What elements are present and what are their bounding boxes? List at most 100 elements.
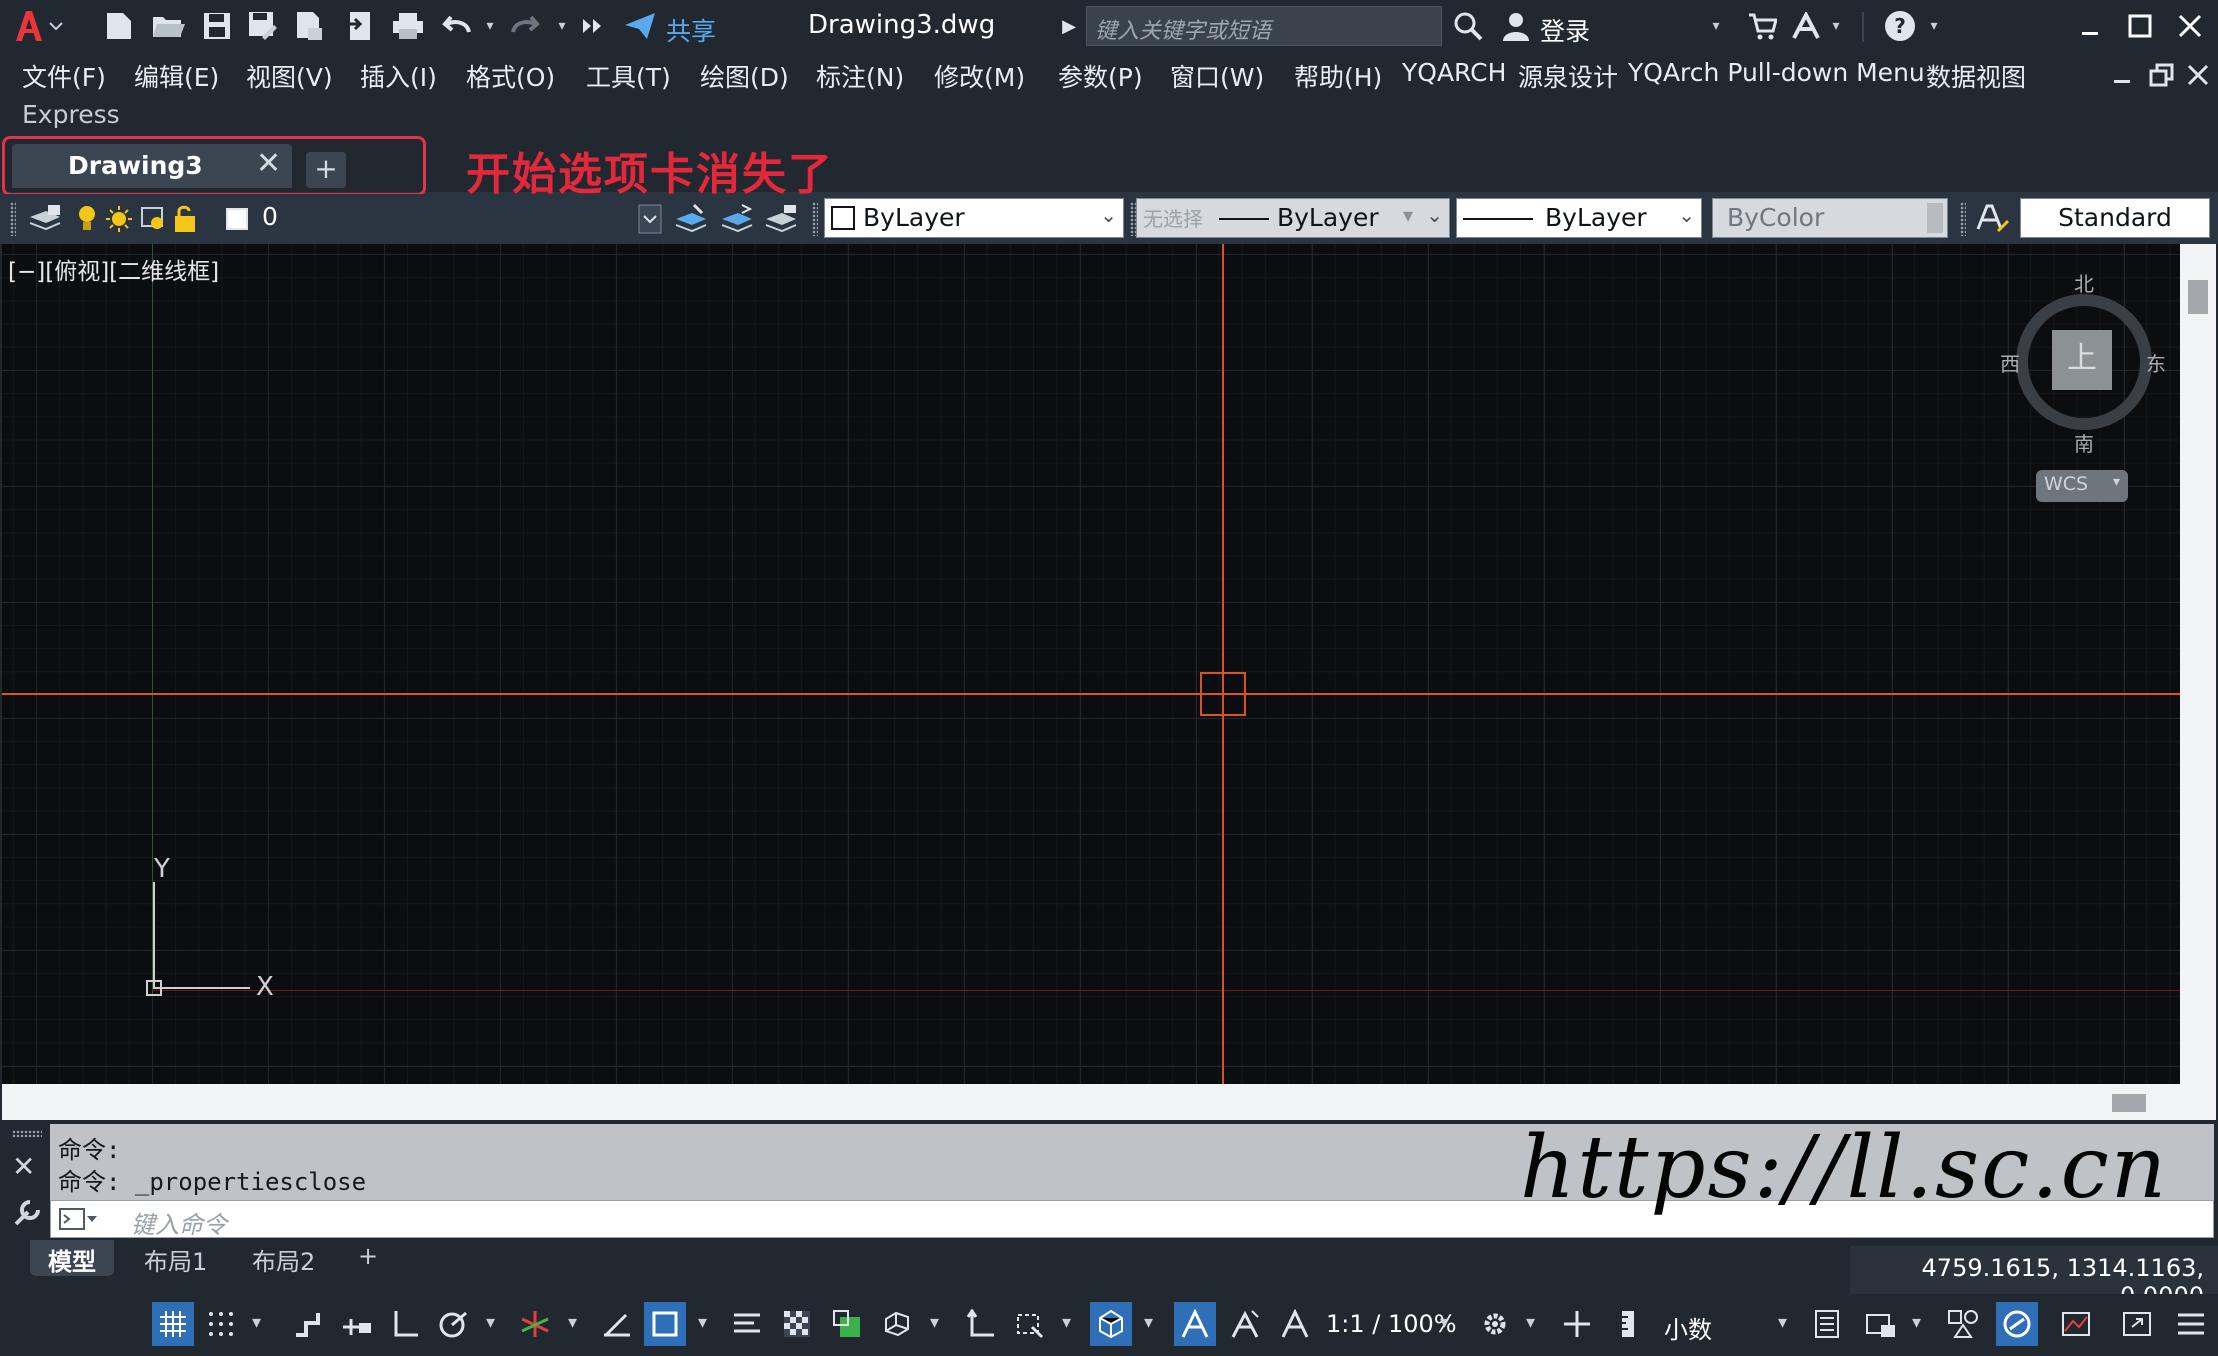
hardware-acceleration-icon[interactable]: [1996, 1302, 2038, 1346]
login-button[interactable]: 登录: [1540, 12, 1590, 48]
maximize-window-icon[interactable]: [2120, 8, 2160, 44]
isometric-dropdown-icon[interactable]: ▾: [568, 1312, 577, 1333]
command-prompt-icon[interactable]: [59, 1207, 99, 1235]
toolbar-grip[interactable]: [10, 202, 16, 236]
graphics-performance-icon[interactable]: [2056, 1302, 2098, 1346]
auto-scale-icon[interactable]: [1224, 1302, 1266, 1346]
more-commands-icon[interactable]: [578, 8, 608, 44]
3d-object-snap-icon[interactable]: [876, 1302, 918, 1346]
object-snap-dropdown-icon[interactable]: ▾: [698, 1312, 707, 1333]
menu-yqarch-pulldown[interactable]: YQArch Pull-down Menu: [1628, 58, 1925, 87]
save-as-icon[interactable]: [244, 8, 282, 44]
publish-icon[interactable]: [290, 8, 328, 44]
clean-screen-icon[interactable]: [2116, 1302, 2158, 1346]
close-command-icon[interactable]: ✕: [12, 1150, 35, 1183]
layer-match-icon[interactable]: [718, 200, 756, 238]
layer-unlock-icon[interactable]: [170, 200, 200, 238]
undo-icon[interactable]: [436, 8, 476, 44]
lock-ui-dropdown-icon[interactable]: ▾: [1912, 1312, 1921, 1333]
save-icon[interactable]: [198, 8, 236, 44]
infer-constraints-icon[interactable]: [286, 1302, 328, 1346]
annotation-scale-value[interactable]: 1:1 / 100%: [1326, 1310, 1457, 1338]
add-layout-button[interactable]: +: [340, 1240, 396, 1276]
snap-mode-dropdown-icon[interactable]: ▾: [252, 1312, 261, 1333]
menu-help[interactable]: 帮助(H): [1294, 58, 1382, 94]
units-ruler-icon[interactable]: [1608, 1302, 1650, 1346]
text-style-icon[interactable]: [1974, 200, 2012, 238]
doc-close-icon[interactable]: [2180, 60, 2216, 90]
search-expand-arrow-icon[interactable]: ▶: [1058, 8, 1080, 44]
object-snap-icon[interactable]: [644, 1302, 686, 1346]
help-dropdown-icon[interactable]: ▾: [1924, 8, 1944, 44]
polar-tracking-icon[interactable]: [432, 1302, 474, 1346]
toolbar-grip[interactable]: [1960, 202, 1966, 236]
vertical-scrollbar-thumb[interactable]: [2188, 280, 2208, 314]
linetype-combo-dropdown-icon[interactable]: ⌄: [1426, 203, 1443, 227]
doc-restore-icon[interactable]: [2144, 60, 2180, 90]
help-icon[interactable]: ?: [1882, 8, 1918, 44]
isolate-objects-icon[interactable]: [1942, 1302, 1984, 1346]
menu-view[interactable]: 视图(V): [246, 58, 333, 94]
minimize-window-icon[interactable]: [2070, 8, 2110, 44]
menu-yuanquan-design[interactable]: 源泉设计: [1518, 58, 1618, 94]
print-icon[interactable]: [388, 8, 428, 44]
redo-icon[interactable]: [506, 8, 546, 44]
lock-ui-icon[interactable]: [1860, 1302, 1902, 1346]
wcs-menu-button[interactable]: WCS ▾: [2036, 470, 2128, 502]
menu-tools[interactable]: 工具(T): [586, 58, 671, 94]
3d-object-snap-dropdown-icon[interactable]: ▾: [930, 1312, 939, 1333]
workspace-gear-icon[interactable]: [1474, 1302, 1516, 1346]
user-icon[interactable]: [1498, 8, 1534, 44]
menu-edit[interactable]: 编辑(E): [134, 58, 219, 94]
menu-insert[interactable]: 插入(I): [360, 58, 437, 94]
lineweight-combo-dropdown-icon[interactable]: ⌄: [1678, 203, 1695, 227]
viewport-controls-label[interactable]: [−][俯视][二维线框]: [8, 252, 219, 286]
units-dropdown-icon[interactable]: ▾: [1778, 1312, 1787, 1333]
share-icon[interactable]: [620, 8, 660, 44]
viewcube-east[interactable]: 东: [2146, 348, 2166, 377]
autodesk-app-dropdown-icon[interactable]: ▾: [1826, 8, 1846, 44]
redo-dropdown-icon[interactable]: ▾: [552, 8, 572, 44]
share-label[interactable]: 共享: [666, 12, 716, 48]
menu-express[interactable]: Express: [22, 100, 120, 129]
new-file-icon[interactable]: [100, 8, 138, 44]
viewcube-south[interactable]: 南: [2074, 428, 2094, 457]
object-snap-tracking-icon[interactable]: [596, 1302, 638, 1346]
horizontal-scrollbar-thumb[interactable]: [2112, 1094, 2146, 1112]
tab-layout1[interactable]: 布局1: [126, 1240, 225, 1276]
horizontal-scrollbar[interactable]: [2, 1084, 2216, 1120]
units-value[interactable]: 小数: [1664, 1310, 1712, 1345]
layer-color-swatch-icon[interactable]: [224, 200, 250, 238]
command-window-grip[interactable]: [12, 1130, 42, 1138]
customize-wrench-icon[interactable]: [12, 1198, 42, 1235]
layer-on-bulb-icon[interactable]: [72, 200, 102, 238]
color-combo[interactable]: ByLayer ⌄: [824, 198, 1124, 238]
tab-layout2[interactable]: 布局2: [234, 1240, 333, 1276]
transparency-icon[interactable]: [776, 1302, 818, 1346]
layer-previous-icon[interactable]: [762, 200, 800, 238]
annotation-scale-dropdown-icon[interactable]: ▾: [1440, 1312, 1449, 1333]
menu-draw[interactable]: 绘图(D): [700, 58, 789, 94]
grid-display-icon[interactable]: [152, 1302, 194, 1346]
menu-window[interactable]: 窗口(W): [1170, 58, 1264, 94]
customization-menu-icon[interactable]: [2170, 1302, 2212, 1346]
ortho-mode-icon[interactable]: [384, 1302, 426, 1346]
undo-dropdown-icon[interactable]: ▾: [480, 8, 500, 44]
text-style-combo[interactable]: Standard: [2020, 198, 2210, 238]
viewcube-top-face[interactable]: 上: [2052, 330, 2112, 390]
menu-yqarch[interactable]: YQARCH: [1402, 58, 1506, 87]
annotation-monitor-icon[interactable]: [1556, 1302, 1598, 1346]
annotation-scale-icon[interactable]: [1274, 1302, 1316, 1346]
layer-thaw-sun-icon[interactable]: [104, 200, 134, 238]
snap-mode-icon[interactable]: [200, 1302, 242, 1346]
workspace-dropdown-icon[interactable]: ▾: [1526, 1312, 1535, 1333]
menu-data-view[interactable]: 数据视图: [1926, 58, 2026, 94]
autodesk-app-icon[interactable]: [1788, 8, 1824, 44]
menu-format[interactable]: 格式(O): [466, 58, 555, 94]
selection-filter-dropdown-icon[interactable]: ▾: [1062, 1312, 1071, 1333]
close-window-icon[interactable]: [2170, 8, 2210, 44]
menu-parametric[interactable]: 参数(P): [1058, 58, 1143, 94]
menu-file[interactable]: 文件(F): [22, 58, 106, 94]
tab-model[interactable]: 模型: [30, 1240, 114, 1276]
selection-filter-icon[interactable]: [1008, 1302, 1050, 1346]
